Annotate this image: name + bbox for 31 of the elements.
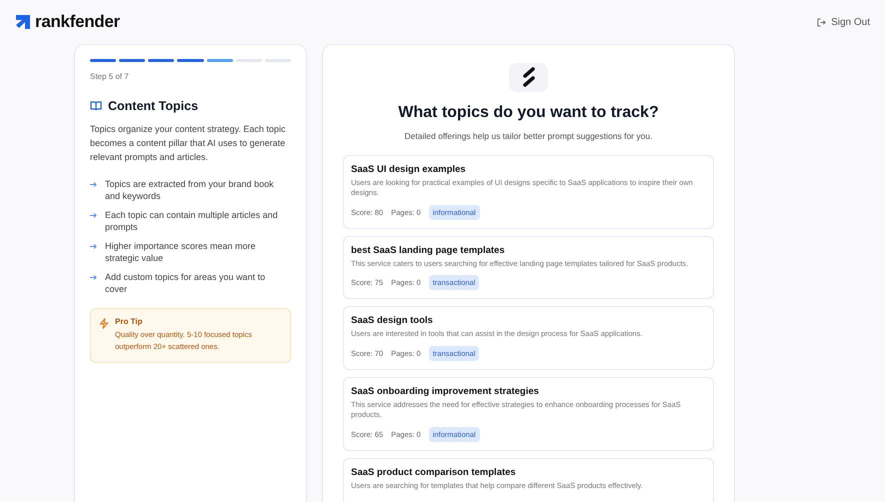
logo-icon [16,15,33,29]
lightning-icon [99,318,109,329]
slash-logo-icon [522,67,536,88]
tip-point: Add custom topics for areas you want to cover [105,271,266,295]
sign-out-icon [817,18,826,26]
intro-text: Topics organize your content strategy. Each topic becomes a content pillar that AI uses to generate relevant prompts and articles. [90,123,286,164]
progress-segment [177,59,204,62]
arrow-icon [90,274,97,280]
progress-segment [90,59,116,62]
section-title: Content Topics [108,99,198,113]
book-icon [90,101,102,111]
arrow-icon [90,242,97,250]
page-subheading: Detailed offerings help us tailor better prompt suggestions for you. [404,130,652,140]
page-heading: What topics do you want to track? [398,104,659,122]
tip-point: Higher importance scores mean more strategic value [105,240,257,264]
topic-title: SaaS UI design examples [351,164,467,174]
progress-segment [148,59,174,62]
topic-title: SaaS design tools [351,315,434,326]
topic-title: SaaS onboarding improvement strategies [351,386,540,396]
arrow-icon [90,180,97,188]
tip-point: Each topic can contain multiple articles and prompts [105,209,279,233]
tip-title: Pro Tip [115,317,144,326]
brand-name: rankfender [35,12,120,32]
topic-title: best SaaS landing page templates [351,244,506,256]
arrow-icon [90,212,97,218]
step-label: Step 5 of 7 [90,72,130,81]
sign-out-link[interactable]: Sign Out [817,16,870,28]
progress-segment [119,59,146,62]
tip-point: Topics are extracted from your brand book and keywords [105,178,275,202]
progress-segment [206,59,233,62]
topic-title: SaaS product comparison templates [351,466,517,478]
